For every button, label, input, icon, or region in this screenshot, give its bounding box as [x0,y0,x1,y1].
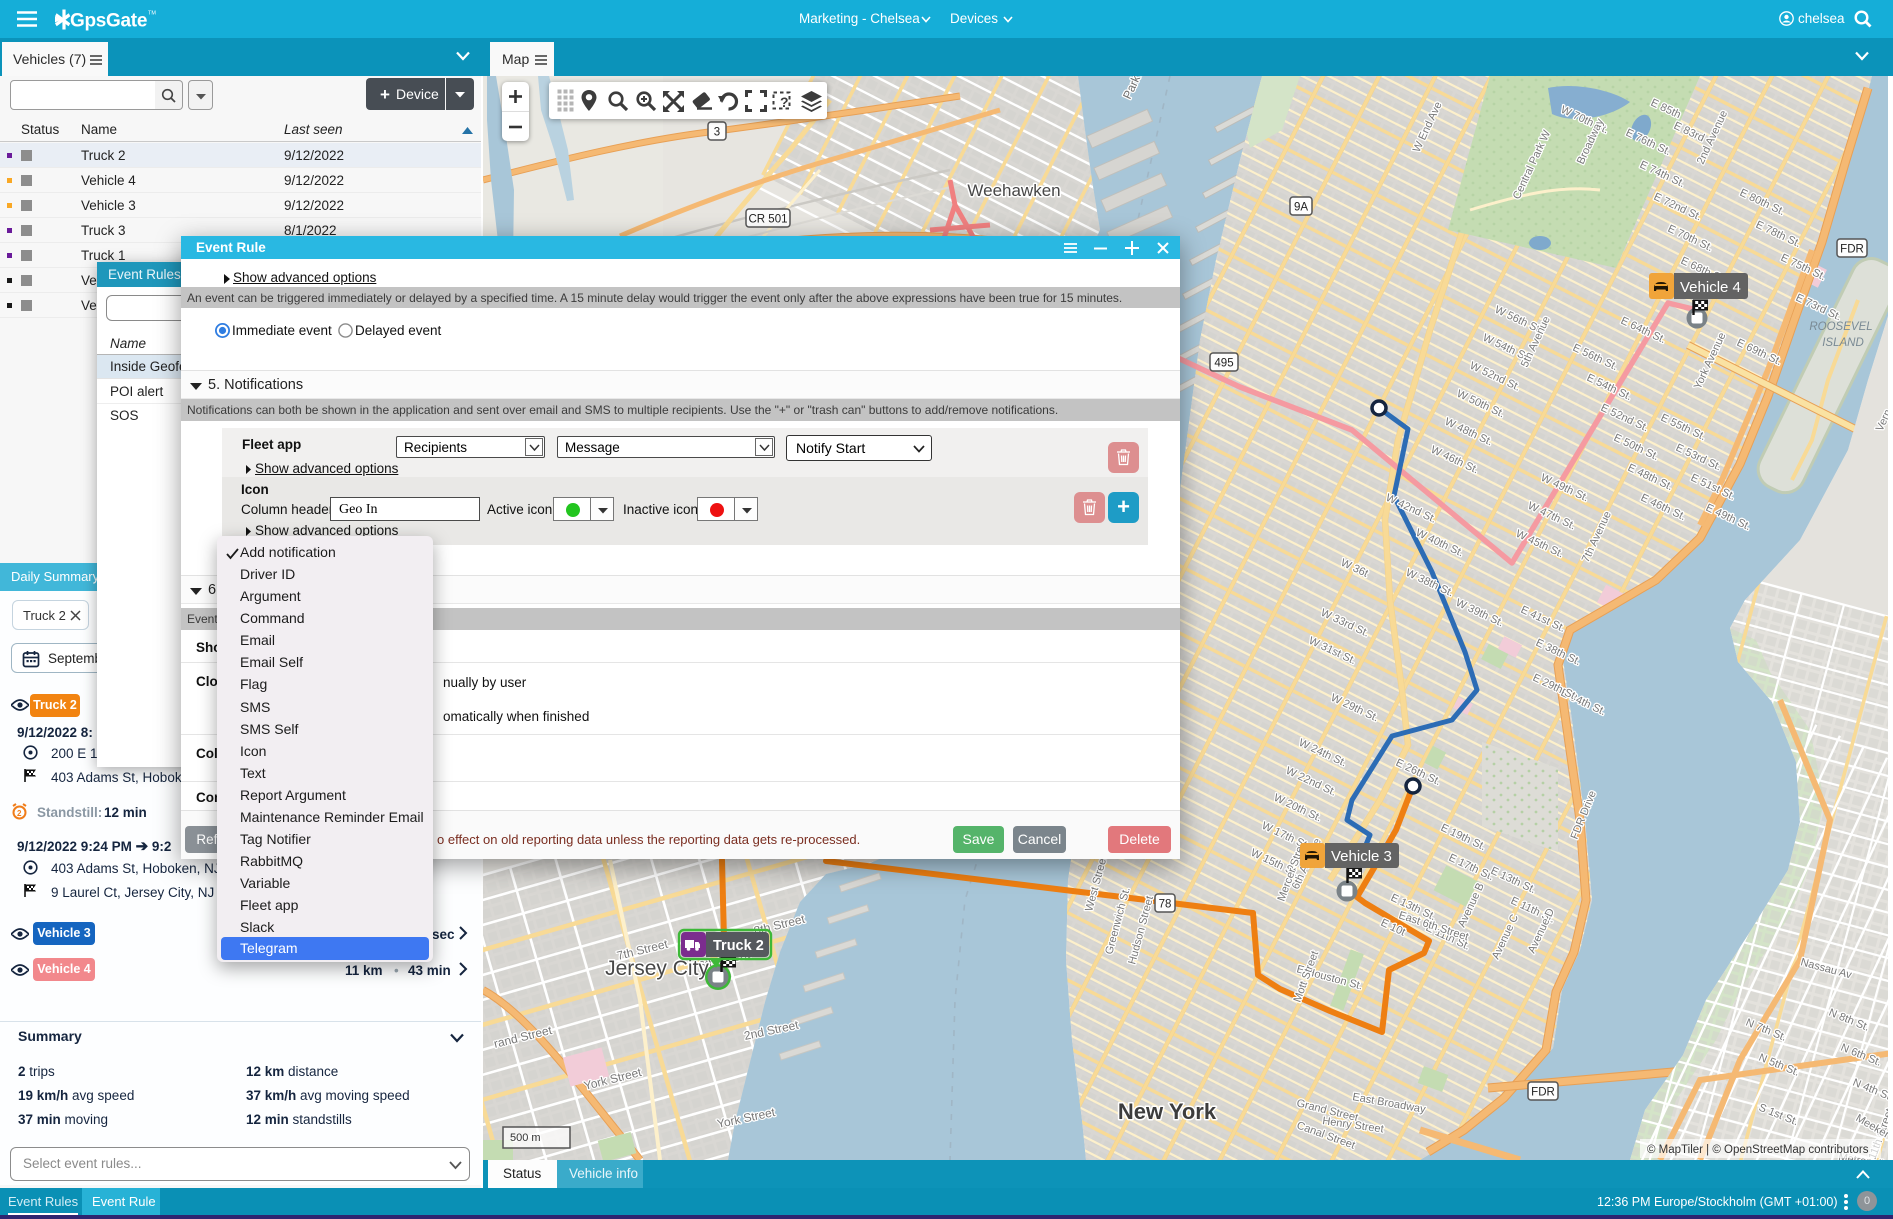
svg-text:3: 3 [714,127,720,139]
svg-text:500 m: 500 m [510,1132,541,1144]
svg-text:Truck 2: Truck 2 [713,938,764,954]
svg-text:FDR: FDR [1531,1087,1555,1099]
svg-text:9A: 9A [1294,202,1308,214]
svg-text:CR 501: CR 501 [749,214,788,226]
svg-text:ROOSEVEL: ROOSEVEL [1809,321,1872,333]
svg-text:495: 495 [1214,358,1233,370]
svg-text:Vehicle 4: Vehicle 4 [1680,279,1741,296]
svg-text:New York: New York [1118,1099,1217,1124]
svg-text:78: 78 [1159,899,1172,911]
svg-text:© MapTiler | © OpenStreetMap c: © MapTiler | © OpenStreetMap contributor… [1647,1144,1869,1156]
svg-text:FDR: FDR [1840,244,1864,256]
svg-text:TM: TM [148,11,156,17]
svg-text:GpsGate: GpsGate [70,11,147,32]
svg-text:Vehicle 3: Vehicle 3 [1331,848,1392,865]
svg-text:2: 2 [17,809,22,818]
svg-text:?: ? [780,94,789,110]
svg-text:ISLAND: ISLAND [1822,337,1864,349]
svg-text:Jersey City: Jersey City [605,957,709,980]
svg-text:Weehawken: Weehawken [967,181,1060,200]
